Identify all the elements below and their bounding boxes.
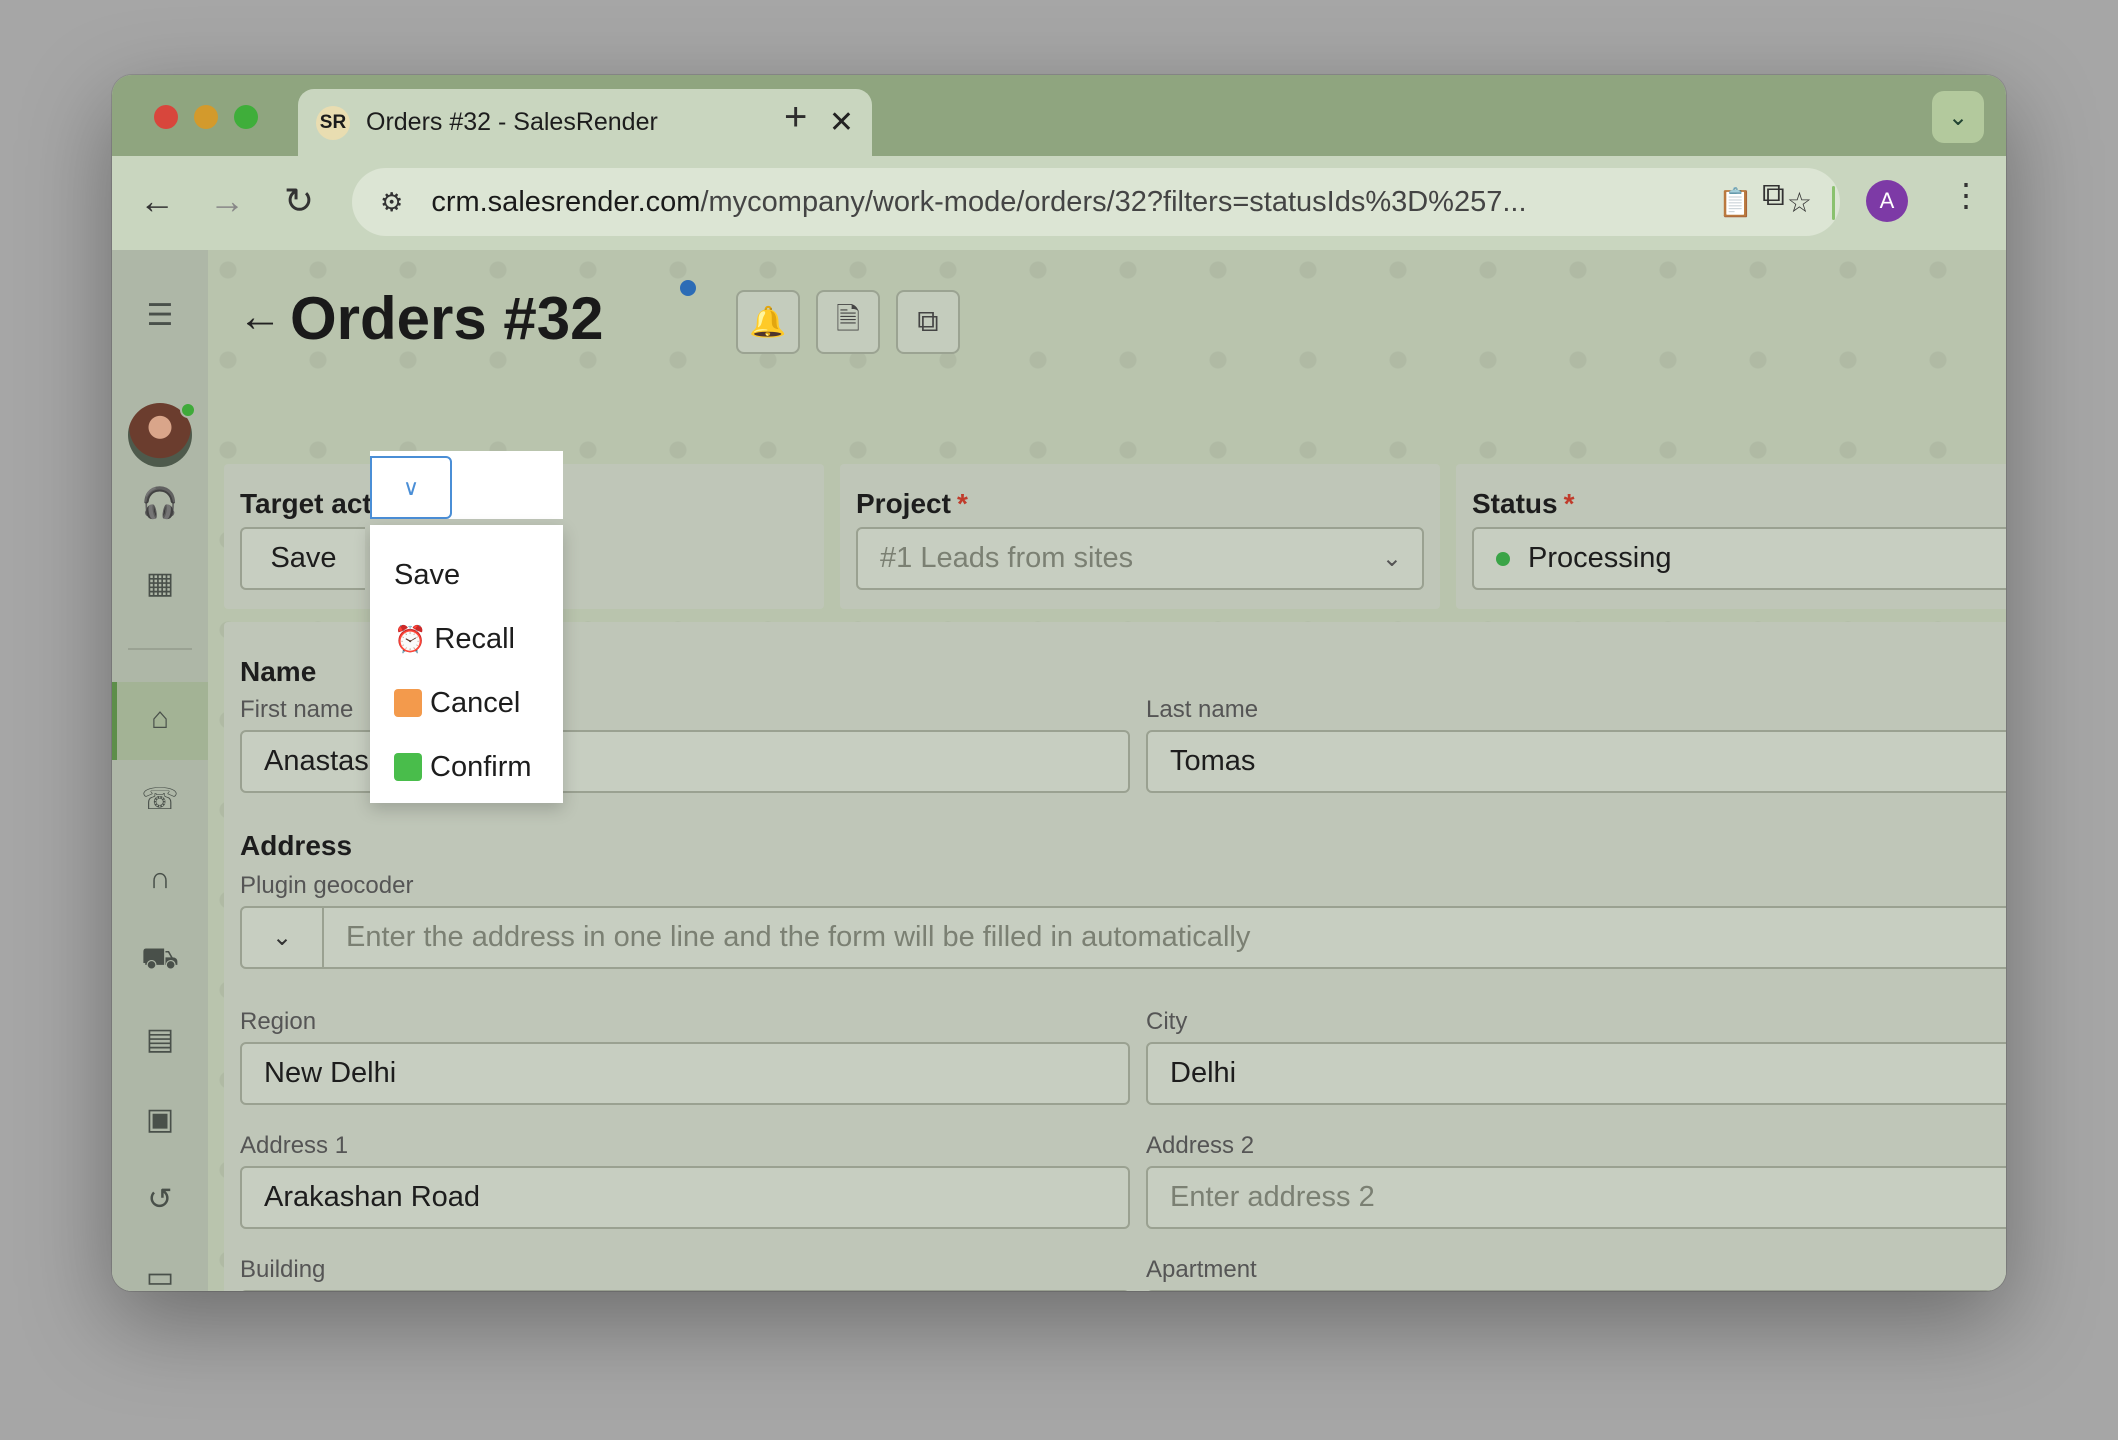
bookmark-star-icon[interactable]: ☆ — [1787, 186, 1812, 219]
geocoder-dropdown-button[interactable]: ⌄ — [240, 906, 324, 969]
apartment-label: Apartment — [1146, 1256, 1257, 1283]
back-icon[interactable]: ← — [134, 180, 180, 222]
menu-toggle-icon[interactable]: ☰ — [112, 298, 208, 333]
region-field[interactable]: New Delhi — [240, 1042, 1130, 1105]
chevron-down-icon: ∨ — [402, 474, 420, 500]
alarm-clock-icon: ⏰ — [394, 624, 427, 654]
last-name-label: Last name — [1146, 696, 1259, 723]
save-button[interactable]: Save — [240, 527, 365, 590]
building-label: Building — [240, 1256, 326, 1283]
green-square-icon — [394, 753, 422, 781]
menu-item-recall[interactable]: ⏰ Recall — [370, 607, 563, 671]
maximize-window-button[interactable] — [234, 105, 258, 129]
first-name-label: First name — [240, 696, 354, 723]
profile-avatar[interactable]: A — [1866, 180, 1908, 222]
address-section-title: Address — [240, 830, 353, 861]
store-icon[interactable]: ⌂ — [112, 702, 208, 736]
close-window-button[interactable] — [154, 105, 178, 129]
address2-label: Address 2 — [1146, 1132, 1255, 1159]
menu-item-label: Recall — [434, 622, 515, 655]
menu-item-label: Save — [394, 558, 461, 591]
tab-search-chevron-icon[interactable]: ⌄ — [1932, 91, 1984, 143]
project-label: Project * — [856, 488, 968, 519]
url-text[interactable]: crm.salesrender.com/mycompany/work-mode/… — [431, 186, 1684, 219]
target-action-menu: Save ⏰ Recall Cancel Confirm — [370, 525, 563, 803]
geocoder-label: Plugin geocoder — [240, 872, 414, 899]
target-action-dropdown-toggle-area: ∨ — [370, 451, 563, 519]
chevron-down-icon: ⌄ — [271, 924, 293, 951]
history-icon[interactable]: ↺ — [112, 1182, 208, 1217]
menu-item-label: Confirm — [430, 750, 532, 783]
menu-item-label: Cancel — [430, 686, 521, 719]
chevron-down-icon: ⌄ — [1381, 545, 1402, 572]
status-card: Status * Processing — [1456, 464, 2006, 609]
tab-close-icon[interactable]: ✕ — [829, 105, 854, 140]
page-title: Orders #32 — [290, 285, 604, 352]
copy-icon: ⧉ — [917, 305, 939, 338]
more-menu-icon[interactable]: ⋮ — [1950, 176, 1982, 214]
tab-title: Orders #32 - SalesRender — [366, 108, 658, 136]
toolbar-divider — [1832, 186, 1835, 220]
name-section-title: Name — [240, 656, 317, 687]
geocoder-input[interactable]: Enter the address in one line and the fo… — [322, 906, 2006, 969]
status-dot — [1496, 551, 1510, 566]
city-field[interactable]: Delhi — [1146, 1042, 2006, 1105]
project-card: Project * #1 Leads from sites ⌄ — [840, 464, 1440, 609]
contact-card-icon[interactable]: ▣ — [112, 1102, 208, 1137]
address1-label: Address 1 — [240, 1132, 349, 1159]
browser-toolbar: ← → ↻ ⚙ crm.salesrender.com/mycompany/wo… — [112, 156, 2006, 250]
minimize-window-button[interactable] — [194, 105, 218, 129]
apartment-field[interactable]: 16 — [1146, 1290, 2006, 1291]
city-label: City — [1146, 1008, 1188, 1035]
menu-item-save[interactable]: Save — [370, 543, 563, 607]
id-card-icon[interactable]: ▭ — [112, 1260, 208, 1291]
favicon: SR — [316, 105, 350, 140]
notification-bell-button[interactable]: 🔔 — [736, 290, 800, 354]
sidebar-divider — [128, 648, 192, 650]
status-select[interactable]: Processing — [1472, 527, 2006, 590]
clipboard-icon[interactable]: 📋 — [1718, 186, 1753, 219]
target-action-dropdown-toggle[interactable]: ∨ — [370, 456, 452, 519]
new-tab-icon[interactable]: + — [784, 95, 807, 140]
headphones-icon[interactable]: ∩ — [112, 862, 208, 896]
reload-icon[interactable]: ↻ — [276, 180, 322, 222]
region-label: Region — [240, 1008, 317, 1035]
notification-dot — [680, 280, 696, 296]
extensions-icon[interactable]: ⧉ — [1762, 176, 1785, 214]
menu-item-cancel[interactable]: Cancel — [370, 671, 563, 735]
sidebar: ☰ 🎧 ▦ ⌂ ☏ ∩ ⛟ ▤ ▣ ↺ ▭ — [112, 250, 208, 1291]
headset-icon[interactable]: 🎧 — [112, 486, 208, 521]
building-icon[interactable]: ▦ — [112, 566, 208, 601]
back-arrow-icon[interactable]: ← — [238, 292, 282, 342]
menu-item-confirm[interactable]: Confirm — [370, 735, 563, 799]
last-name-field[interactable]: Tomas — [1146, 730, 2006, 793]
call-end-icon[interactable]: ☏ — [112, 782, 208, 817]
tab-strip: SR Orders #32 - SalesRender ✕ + ⌄ — [112, 75, 2006, 156]
status-label: Status * — [1472, 488, 1575, 519]
truck-icon[interactable]: ⛟ — [112, 942, 208, 980]
document-icon: 🗎 — [835, 302, 861, 336]
address2-field[interactable]: Enter address 2 — [1146, 1166, 2006, 1229]
orange-square-icon — [394, 689, 422, 717]
document-button[interactable]: 🗎 — [816, 290, 880, 354]
bell-icon: 🔔 — [749, 305, 787, 339]
copy-button[interactable]: ⧉ — [896, 290, 960, 354]
building-field[interactable]: 117 — [240, 1290, 1130, 1291]
online-status-dot — [180, 402, 196, 418]
address-bar[interactable]: ⚙ crm.salesrender.com/mycompany/work-mod… — [352, 168, 1840, 236]
address1-field[interactable]: Arakashan Road — [240, 1166, 1130, 1229]
site-settings-icon[interactable]: ⚙ — [380, 187, 403, 218]
warehouse-icon[interactable]: ▤ — [112, 1022, 208, 1057]
forward-icon[interactable]: → — [204, 180, 250, 222]
project-select[interactable]: #1 Leads from sites ⌄ — [856, 527, 1424, 590]
